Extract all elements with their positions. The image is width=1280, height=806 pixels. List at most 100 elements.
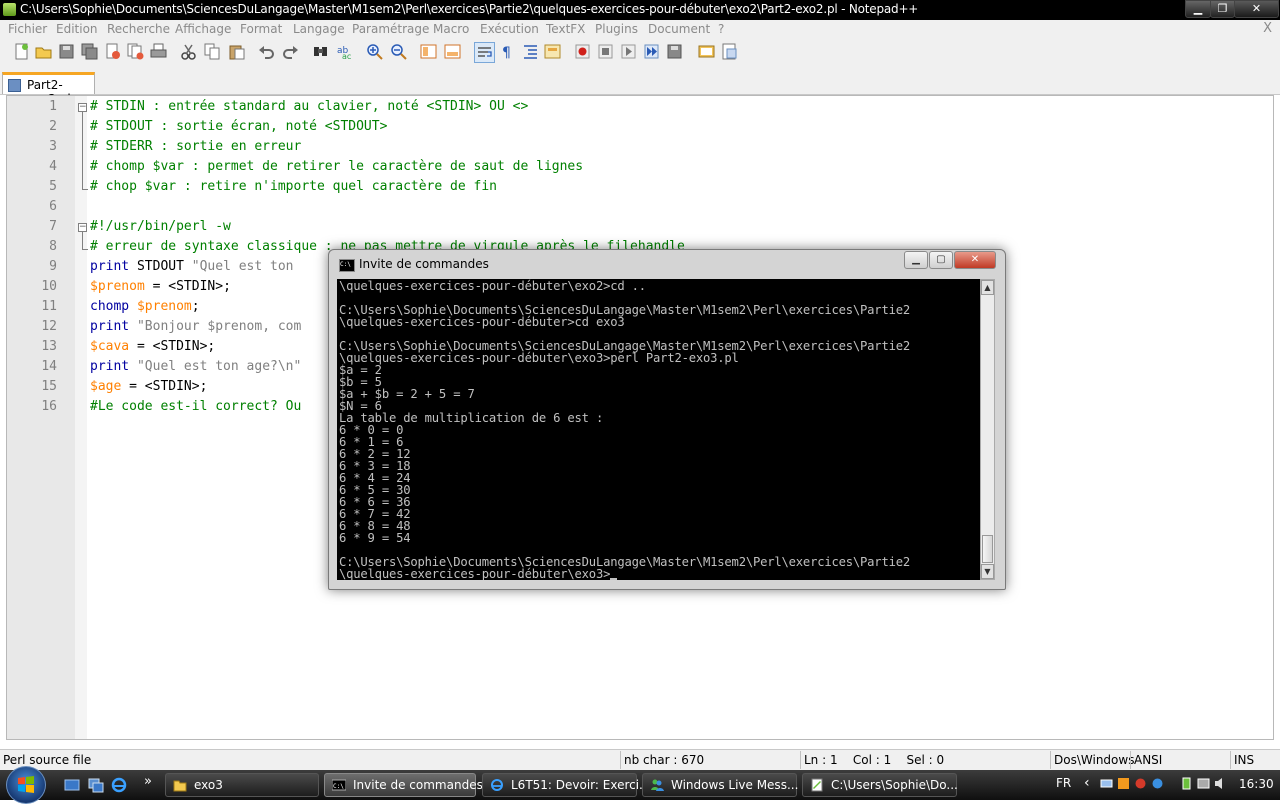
code-line[interactable]: #!/usr/bin/perl -w <box>90 219 231 234</box>
scroll-down-icon[interactable]: ▼ <box>981 564 994 579</box>
launch-in-browser-icon[interactable] <box>698 43 715 60</box>
taskbar-button-exo3[interactable]: exo3 <box>165 773 319 797</box>
save-all-icon[interactable] <box>81 43 98 60</box>
minimize-button[interactable]: ▁ <box>1185 0 1211 18</box>
menu-document[interactable]: Document <box>648 22 710 36</box>
network-tray-icon[interactable] <box>1100 777 1113 790</box>
menu-recherche[interactable]: Recherche <box>107 22 170 36</box>
menu-affichage[interactable]: Affichage <box>175 22 231 36</box>
code-line[interactable]: $prenom = <STDIN>; <box>90 279 231 294</box>
code-line[interactable]: print STDOUT "Quel est ton <box>90 259 294 274</box>
menu-macro[interactable]: Macro <box>433 22 469 36</box>
show-all-characters-icon[interactable]: ¶ <box>499 43 516 60</box>
menu-edition[interactable]: Edition <box>56 22 98 36</box>
menu-format[interactable]: Format <box>240 22 282 36</box>
menu-fichier[interactable]: Fichier <box>8 22 47 36</box>
menu-plugins[interactable]: Plugins <box>595 22 638 36</box>
cmd-close-button[interactable]: ✕ <box>954 251 996 269</box>
code-line[interactable]: #Le code est-il correct? Ou <box>90 399 301 414</box>
maximize-button[interactable]: ❐ <box>1210 0 1235 18</box>
taskbar-button-cmd[interactable]: C:\ Invite de commandes <box>324 773 483 797</box>
language-indicator[interactable]: FR <box>1056 776 1071 790</box>
menu-parametrage[interactable]: Paramétrage <box>352 22 429 36</box>
record-macro-icon[interactable] <box>574 43 591 60</box>
scroll-thumb[interactable] <box>982 535 993 563</box>
quick-launch-more-icon[interactable]: » <box>144 774 152 789</box>
sync-horizontal-icon[interactable] <box>444 43 461 60</box>
open-file-icon[interactable] <box>35 43 52 60</box>
fold-line <box>82 112 83 190</box>
app-tray-icon[interactable] <box>1117 777 1130 790</box>
sync-vertical-icon[interactable] <box>420 43 437 60</box>
console-line: \quelques-exercices-pour-débuter\exo3>pe… <box>339 351 739 365</box>
close-file-icon[interactable] <box>104 43 121 60</box>
cmd-minimize-button[interactable]: ▁ <box>904 251 928 269</box>
zoom-in-icon[interactable] <box>366 43 383 60</box>
print-icon[interactable] <box>150 43 167 60</box>
taskbar-button-messenger[interactable]: Windows Live Mess... <box>642 773 798 797</box>
tray-expand-icon[interactable]: ‹ <box>1084 775 1090 791</box>
command-prompt-window[interactable]: C:\ Invite de commandes ▁ ▢ ✕ \quelques-… <box>328 249 1006 590</box>
fold-toggle-icon[interactable]: − <box>78 223 87 232</box>
volume-tray-icon[interactable] <box>1214 777 1227 790</box>
menu-textfx[interactable]: TextFX <box>546 22 585 36</box>
close-document-button[interactable]: X <box>1263 21 1272 36</box>
wifi-tray-icon[interactable] <box>1197 777 1210 790</box>
code-line[interactable]: print "Bonjour $prenom, com <box>90 319 301 334</box>
menu-help[interactable]: ? <box>718 22 724 36</box>
code-line[interactable]: # chomp $var : permet de retirer le cara… <box>90 159 583 174</box>
save-macro-icon[interactable] <box>666 43 683 60</box>
battery-tray-icon[interactable] <box>1180 777 1193 790</box>
menu-execution[interactable]: Exécution <box>480 22 539 36</box>
clock[interactable]: 16:30 <box>1239 777 1274 791</box>
paste-icon[interactable] <box>228 43 245 60</box>
cmd-console-output[interactable]: \quelques-exercices-pour-débuter\exo2>cd… <box>337 279 980 580</box>
indent-guide-icon[interactable] <box>522 43 539 60</box>
menu-langage[interactable]: Langage <box>293 22 345 36</box>
line-number: 14 <box>41 359 57 374</box>
stop-macro-icon[interactable] <box>597 43 614 60</box>
undo-icon[interactable] <box>258 43 275 60</box>
code-line[interactable]: # STDIN : entrée standard au clavier, no… <box>90 99 528 114</box>
scroll-up-icon[interactable]: ▲ <box>981 280 994 295</box>
switch-windows-icon[interactable] <box>88 777 104 793</box>
code-line[interactable]: $cava = <STDIN>; <box>90 339 215 354</box>
code-line[interactable]: # STDERR : sortie en erreur <box>90 139 301 154</box>
start-button[interactable] <box>6 766 46 804</box>
word-wrap-icon[interactable] <box>474 42 495 63</box>
find-icon[interactable] <box>312 43 329 60</box>
copy-icon[interactable] <box>204 43 221 60</box>
code-line[interactable]: # STDOUT : sortie écran, noté <STDOUT> <box>90 119 387 134</box>
show-desktop-icon[interactable] <box>64 777 80 793</box>
internet-explorer-icon[interactable] <box>111 777 127 793</box>
code-line[interactable]: chomp $prenom; <box>90 299 200 314</box>
view-in-browser-icon[interactable] <box>721 43 738 60</box>
cut-icon[interactable] <box>180 43 197 60</box>
code-line[interactable]: $age = <STDIN>; <box>90 379 207 394</box>
zoom-out-icon[interactable] <box>390 43 407 60</box>
messenger-tray-icon[interactable] <box>1151 777 1164 790</box>
code-line[interactable]: print "Quel est ton age?\n" <box>90 359 301 374</box>
line-number: 9 <box>49 259 57 274</box>
play-macro-icon[interactable] <box>620 43 637 60</box>
taskbar-button-ie[interactable]: L6T51: Devoir: Exerci... <box>482 773 651 797</box>
security-tray-icon[interactable] <box>1134 777 1147 790</box>
cmd-scrollbar[interactable]: ▲ ▼ <box>980 279 995 580</box>
redo-icon[interactable] <box>282 43 299 60</box>
close-all-icon[interactable] <box>127 43 144 60</box>
fold-toggle-icon[interactable]: − <box>78 103 87 112</box>
run-macro-multiple-icon[interactable] <box>643 43 660 60</box>
code-line[interactable]: # chop $var : retire n'importe quel cara… <box>90 179 497 194</box>
close-button[interactable]: ✕ <box>1234 0 1279 18</box>
cmd-maximize-button[interactable]: ▢ <box>929 251 953 269</box>
tab-part2-exo2[interactable]: Part2-exo2.pl <box>2 72 95 106</box>
replace-icon[interactable]: abac <box>336 43 353 60</box>
save-icon[interactable] <box>58 43 75 60</box>
window-titlebar[interactable]: C:\Users\Sophie\Documents\SciencesDuLang… <box>0 0 1280 20</box>
new-file-icon[interactable] <box>13 43 30 60</box>
taskbar-button-notepad[interactable]: C:\Users\Sophie\Do... <box>802 773 958 797</box>
line-number: 6 <box>49 199 57 214</box>
user-language-icon[interactable] <box>544 43 561 60</box>
